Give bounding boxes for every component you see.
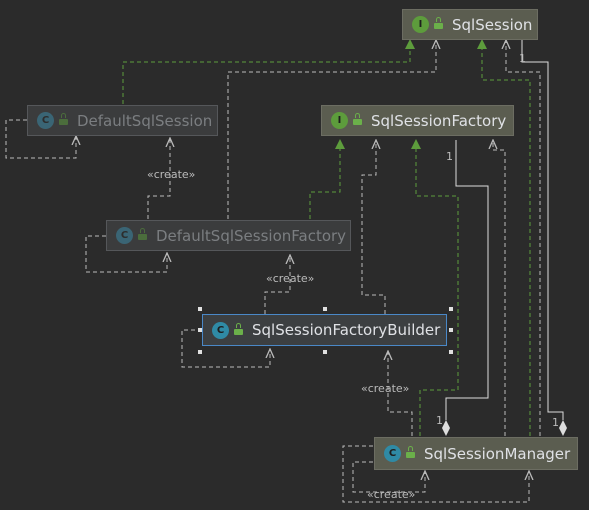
- interface-icon: I: [412, 16, 429, 33]
- public-lock-icon: [406, 446, 415, 458]
- edge-manager-to-session: [506, 40, 541, 436]
- node-title: SqlSessionManager: [424, 444, 571, 463]
- multiplicity-label-session-bottom: 1: [552, 416, 559, 429]
- class-icon: C: [384, 445, 401, 462]
- create-label-manager-self: «create»: [367, 488, 416, 501]
- edge-manager-aggregates-factory: [445, 140, 489, 420]
- public-lock-icon: [353, 113, 362, 125]
- multiplicity-label-session-top: 1: [519, 52, 526, 65]
- node-title: SqlSessionFactory: [371, 111, 507, 130]
- node-sql-session[interactable]: I SqlSession: [402, 9, 538, 40]
- create-label-default-factory: «create»: [266, 272, 315, 285]
- selection-handle[interactable]: [198, 307, 202, 311]
- multiplicity-label-factory-top: 1: [446, 150, 453, 163]
- selection-handle[interactable]: [198, 350, 202, 354]
- edge-default-factory-implements-factory: [309, 139, 345, 219]
- node-sql-session-manager[interactable]: C SqlSessionManager: [374, 437, 578, 470]
- node-sql-session-factory-builder[interactable]: C SqlSessionFactoryBuilder: [202, 314, 447, 346]
- selection-handle[interactable]: [323, 350, 327, 354]
- edge-manager-aggregates-session: [521, 40, 564, 420]
- selection-handle[interactable]: [449, 307, 453, 311]
- edge-manager-implements-factory: [411, 139, 459, 436]
- public-lock-icon: [138, 228, 147, 240]
- public-lock-icon: [234, 322, 243, 335]
- node-sql-session-factory[interactable]: I SqlSessionFactory: [321, 105, 514, 136]
- create-label-default-session: «create»: [147, 168, 196, 181]
- class-icon: C: [37, 112, 54, 129]
- class-icon: C: [212, 321, 229, 339]
- edge-manager-to-factory: [493, 140, 506, 436]
- node-title: DefaultSqlSessionFactory: [156, 226, 347, 245]
- selection-handle[interactable]: [198, 328, 202, 332]
- diamond-session-aggregation: [559, 420, 567, 436]
- public-lock-icon: [434, 17, 443, 29]
- interface-icon: I: [331, 112, 348, 129]
- create-label-builder: «create»: [361, 382, 410, 395]
- node-title: SqlSession: [452, 15, 533, 34]
- selection-handle[interactable]: [323, 307, 327, 311]
- diamond-factory-aggregation: [442, 420, 450, 436]
- node-default-sql-session-factory[interactable]: C DefaultSqlSessionFactory: [106, 220, 351, 251]
- edge-manager-implements-session: [477, 39, 531, 436]
- node-default-sql-session[interactable]: C DefaultSqlSession: [27, 105, 218, 136]
- public-lock-icon: [59, 113, 68, 125]
- diagram-edges: [5, 39, 567, 503]
- class-icon: C: [116, 227, 133, 244]
- node-title: SqlSessionFactoryBuilder: [252, 321, 441, 339]
- selection-handle[interactable]: [449, 350, 453, 354]
- multiplicity-label-factory-bottom: 1: [436, 414, 443, 427]
- edge-builder-to-factory: [361, 140, 386, 314]
- selection-handle[interactable]: [449, 328, 453, 332]
- node-title: DefaultSqlSession: [77, 111, 213, 130]
